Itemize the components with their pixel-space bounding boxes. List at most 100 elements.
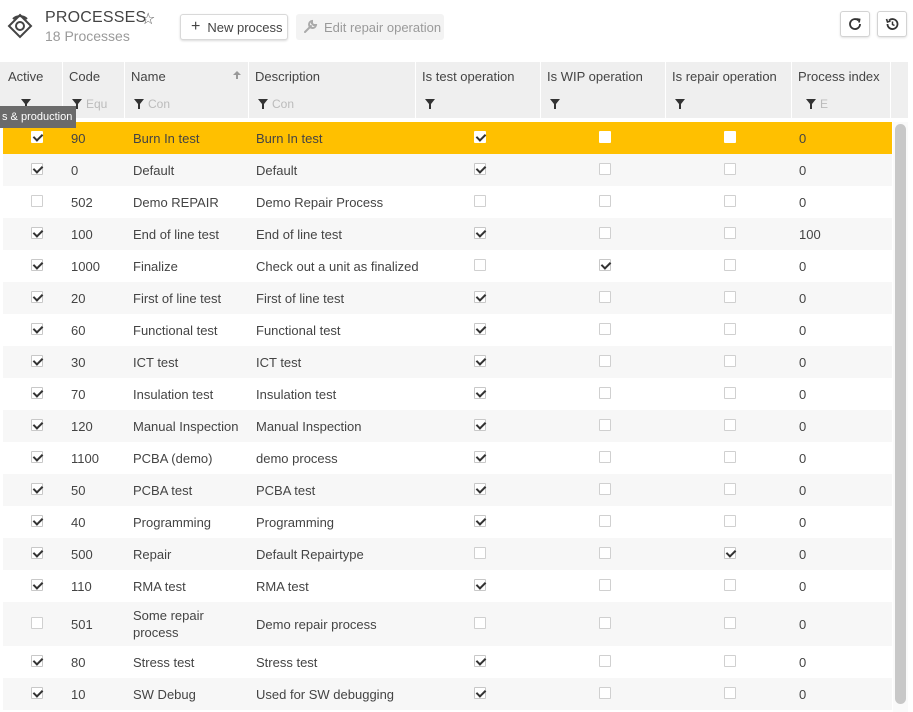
table-row[interactable]: 0 Default Default 0 [3, 154, 892, 186]
is-wip-operation-checkbox[interactable] [599, 163, 611, 175]
column-header-is-repair-operation[interactable]: Is repair operation [672, 69, 777, 84]
is-wip-operation-checkbox[interactable] [599, 451, 611, 463]
is-wip-operation-checkbox[interactable] [599, 655, 611, 667]
table-row[interactable]: 501 Some repair process Demo repair proces… [3, 602, 892, 646]
table-row[interactable]: 90 Burn In test Burn In test 0 [3, 122, 892, 154]
active-checkbox[interactable] [31, 355, 43, 367]
column-header-name[interactable]: Name [131, 69, 166, 84]
is-test-operation-checkbox[interactable] [474, 195, 486, 207]
is-repair-operation-checkbox[interactable] [724, 515, 736, 527]
table-row[interactable]: 80 Stress test Stress test 0 [3, 646, 892, 678]
filter-is-wip-operation[interactable] [550, 96, 564, 112]
is-test-operation-checkbox[interactable] [474, 355, 486, 367]
is-wip-operation-checkbox[interactable] [599, 323, 611, 335]
active-checkbox[interactable] [31, 195, 43, 207]
is-wip-operation-checkbox[interactable] [599, 227, 611, 239]
is-test-operation-checkbox[interactable] [474, 163, 486, 175]
is-test-operation-checkbox[interactable] [474, 291, 486, 303]
is-test-operation-checkbox[interactable] [474, 617, 486, 629]
table-row[interactable]: 30 ICT test ICT test 0 [3, 346, 892, 378]
table-row[interactable]: 50 PCBA test PCBA test 0 [3, 474, 892, 506]
is-test-operation-checkbox[interactable] [474, 419, 486, 431]
is-wip-operation-checkbox[interactable] [599, 515, 611, 527]
table-row[interactable]: 110 RMA test RMA test 0 [3, 570, 892, 602]
active-checkbox[interactable] [31, 655, 43, 667]
is-wip-operation-checkbox[interactable] [599, 259, 611, 271]
table-row[interactable]: 120 Manual Inspection Manual Inspection 0 [3, 410, 892, 442]
is-wip-operation-checkbox[interactable] [599, 195, 611, 207]
is-test-operation-checkbox[interactable] [474, 687, 486, 699]
is-repair-operation-checkbox[interactable] [724, 227, 736, 239]
filter-process-index[interactable]: E [806, 96, 828, 112]
filter-code[interactable]: Equ [72, 96, 107, 112]
is-repair-operation-checkbox[interactable] [724, 483, 736, 495]
column-header-code[interactable]: Code [69, 69, 100, 84]
active-checkbox[interactable] [31, 617, 43, 629]
active-checkbox[interactable] [31, 227, 43, 239]
is-repair-operation-checkbox[interactable] [724, 547, 736, 559]
filter-is-test-operation[interactable] [425, 96, 439, 112]
table-row[interactable]: 1100 PCBA (demo) demo process 0 [3, 442, 892, 474]
column-header-active[interactable]: Active [8, 69, 43, 84]
is-repair-operation-checkbox[interactable] [724, 259, 736, 271]
is-wip-operation-checkbox[interactable] [599, 387, 611, 399]
column-header-is-wip-operation[interactable]: Is WIP operation [547, 69, 643, 84]
history-button[interactable] [877, 11, 907, 37]
active-checkbox[interactable] [31, 131, 43, 143]
is-test-operation-checkbox[interactable] [474, 483, 486, 495]
table-row[interactable]: 500 Repair Default Repairtype 0 [3, 538, 892, 570]
column-header-is-test-operation[interactable]: Is test operation [422, 69, 515, 84]
column-header-description[interactable]: Description [255, 69, 320, 84]
filter-is-repair-operation[interactable] [675, 96, 689, 112]
is-wip-operation-checkbox[interactable] [599, 419, 611, 431]
is-repair-operation-checkbox[interactable] [724, 291, 736, 303]
is-repair-operation-checkbox[interactable] [724, 419, 736, 431]
is-test-operation-checkbox[interactable] [474, 131, 486, 143]
active-checkbox[interactable] [31, 515, 43, 527]
active-checkbox[interactable] [31, 419, 43, 431]
is-repair-operation-checkbox[interactable] [724, 579, 736, 591]
active-checkbox[interactable] [31, 259, 43, 271]
table-row[interactable]: 40 Programming Programming 0 [3, 506, 892, 538]
favorite-star-icon[interactable]: ☆ [141, 9, 155, 29]
refresh-button[interactable] [840, 11, 870, 37]
is-repair-operation-checkbox[interactable] [724, 687, 736, 699]
is-test-operation-checkbox[interactable] [474, 655, 486, 667]
is-test-operation-checkbox[interactable] [474, 515, 486, 527]
is-repair-operation-checkbox[interactable] [724, 451, 736, 463]
is-wip-operation-checkbox[interactable] [599, 355, 611, 367]
is-test-operation-checkbox[interactable] [474, 227, 486, 239]
filter-description[interactable]: Con [258, 96, 294, 112]
sort-ascending-icon[interactable] [233, 71, 241, 79]
is-repair-operation-checkbox[interactable] [724, 655, 736, 667]
active-checkbox[interactable] [31, 483, 43, 495]
active-checkbox[interactable] [31, 387, 43, 399]
active-checkbox[interactable] [31, 579, 43, 591]
is-test-operation-checkbox[interactable] [474, 323, 486, 335]
is-repair-operation-checkbox[interactable] [724, 323, 736, 335]
table-row[interactable]: 60 Functional test Functional test 0 [3, 314, 892, 346]
is-repair-operation-checkbox[interactable] [724, 131, 736, 143]
scrollbar-thumb[interactable] [895, 124, 906, 704]
is-repair-operation-checkbox[interactable] [724, 387, 736, 399]
active-checkbox[interactable] [31, 163, 43, 175]
edit-repair-operation-button[interactable]: Edit repair operation [296, 14, 444, 40]
is-wip-operation-checkbox[interactable] [599, 131, 611, 143]
is-wip-operation-checkbox[interactable] [599, 617, 611, 629]
is-wip-operation-checkbox[interactable] [599, 687, 611, 699]
new-process-button[interactable]: + New process [180, 14, 288, 40]
column-header-process-index[interactable]: Process index [798, 69, 880, 84]
table-row[interactable]: 20 First of line test First of line test 0 [3, 282, 892, 314]
is-repair-operation-checkbox[interactable] [724, 617, 736, 629]
is-wip-operation-checkbox[interactable] [599, 291, 611, 303]
table-row[interactable]: 10 SW Debug Used for SW debugging 0 [3, 678, 892, 710]
is-repair-operation-checkbox[interactable] [724, 195, 736, 207]
is-test-operation-checkbox[interactable] [474, 387, 486, 399]
is-repair-operation-checkbox[interactable] [724, 355, 736, 367]
active-checkbox[interactable] [31, 291, 43, 303]
is-test-operation-checkbox[interactable] [474, 451, 486, 463]
table-row[interactable]: 1000 Finalize Check out a unit as finalize… [3, 250, 892, 282]
is-repair-operation-checkbox[interactable] [724, 163, 736, 175]
filter-name[interactable]: Con [134, 96, 170, 112]
table-row[interactable]: 502 Demo REPAIR Demo Repair Process 0 [3, 186, 892, 218]
